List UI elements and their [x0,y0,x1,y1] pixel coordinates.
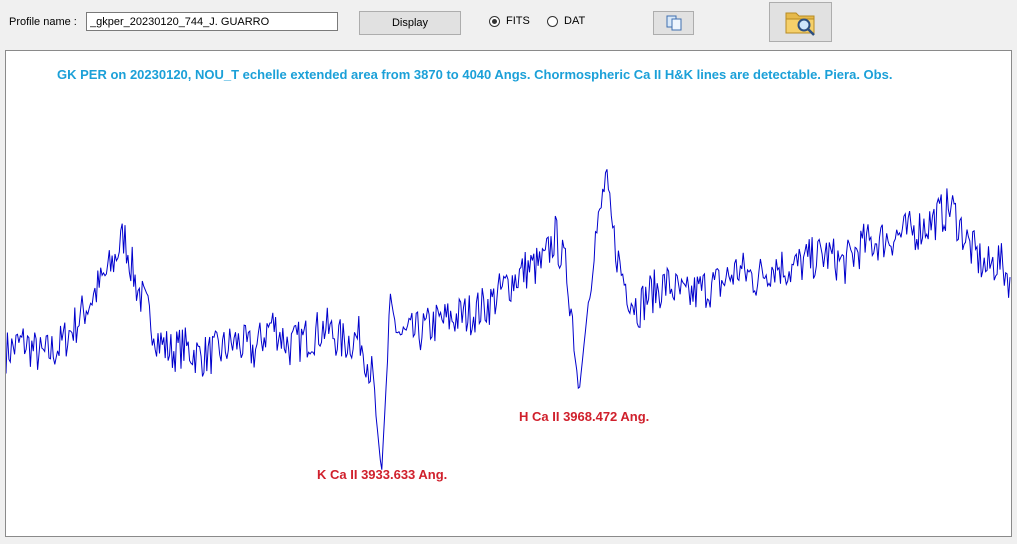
spectrum-chart [6,169,1011,470]
k-line-annotation: K Ca II 3933.633 Ang. [317,467,448,482]
copy-button[interactable] [653,11,694,35]
fits-radio-label: FITS [506,15,530,27]
profile-name-input[interactable] [86,12,338,31]
h-line-annotation: H Ca II 3968.472 Ang. [519,409,650,424]
dat-radio-label: DAT [564,15,586,27]
toolbar: Profile name : Display FITS DAT [0,0,1017,46]
spectrum-plot: GK PER on 20230120, NOU_T echelle extend… [5,50,1012,537]
profile-name-label: Profile name : [9,16,77,28]
spectrum-series-line [6,169,1011,470]
fits-radio-indicator[interactable] [489,15,500,27]
dat-radio[interactable]: DAT [547,15,585,27]
fits-radio[interactable]: FITS [489,15,530,27]
folder-search-icon [785,12,815,36]
display-button[interactable]: Display [359,11,461,35]
plot-title: GK PER on 20230120, NOU_T echelle extend… [57,67,893,82]
copy-icon [666,15,681,31]
open-file-button[interactable] [769,2,832,42]
dat-radio-indicator[interactable] [547,15,558,27]
